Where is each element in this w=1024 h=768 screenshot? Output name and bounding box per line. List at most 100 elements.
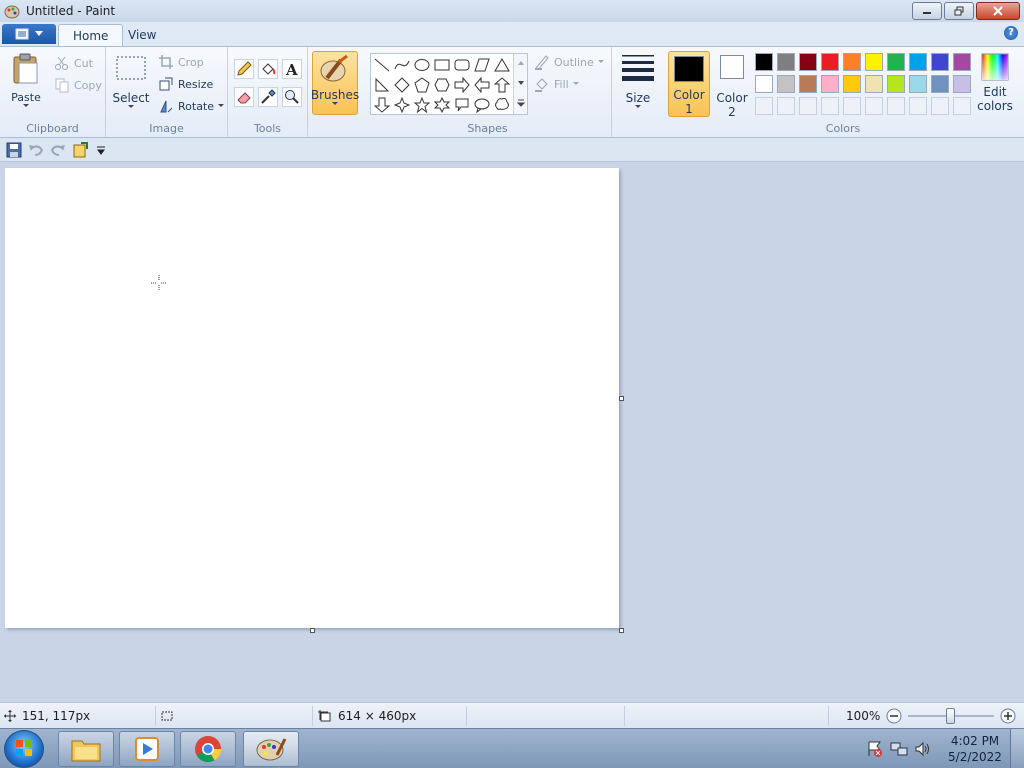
paint-menu-button[interactable]	[2, 24, 56, 44]
drawing-canvas[interactable]	[5, 168, 619, 628]
taskbar-paint[interactable]	[243, 731, 299, 767]
zoom-slider-thumb[interactable]	[946, 708, 956, 724]
select-button[interactable]: Select	[112, 55, 150, 109]
color1-button[interactable]: Color 1	[668, 51, 710, 117]
zoom-out-icon[interactable]	[886, 708, 902, 724]
palette-swatch[interactable]	[821, 75, 839, 93]
palette-swatch[interactable]	[865, 97, 883, 115]
cut-button[interactable]: Cut	[54, 55, 93, 71]
palette-swatch[interactable]	[931, 97, 949, 115]
diamond-shape[interactable]	[393, 76, 411, 94]
canvas-resize-handle-corner[interactable]	[619, 628, 624, 633]
rectangle-shape[interactable]	[433, 56, 451, 74]
paint-app-icon[interactable]	[4, 3, 20, 19]
pencil-tool[interactable]	[234, 59, 254, 79]
canvas-resize-handle-right[interactable]	[619, 396, 624, 401]
palette-swatch[interactable]	[755, 53, 773, 71]
fill-button[interactable]: Fill	[534, 76, 579, 92]
oval-shape[interactable]	[413, 56, 431, 74]
palette-swatch[interactable]	[755, 97, 773, 115]
palette-swatch[interactable]	[931, 53, 949, 71]
triangle-shape[interactable]	[493, 56, 511, 74]
line-shape[interactable]	[373, 56, 391, 74]
show-desktop-button[interactable]	[1010, 729, 1024, 768]
palette-swatch[interactable]	[799, 53, 817, 71]
clock[interactable]: 4:02 PM 5/2/2022	[940, 733, 1010, 765]
rounded-callout-shape[interactable]	[453, 96, 471, 114]
outline-button[interactable]: Outline	[534, 54, 604, 70]
chevron-down-icon[interactable]	[96, 145, 106, 155]
palette-swatch[interactable]	[799, 97, 817, 115]
five-point-star-shape[interactable]	[413, 96, 431, 114]
color-picker-tool[interactable]	[258, 87, 278, 107]
canvas-workspace[interactable]	[0, 162, 1024, 702]
shapes-scrollbar[interactable]	[513, 54, 527, 114]
right-arrow-shape[interactable]	[453, 76, 471, 94]
palette-swatch[interactable]	[931, 75, 949, 93]
volume-icon[interactable]	[914, 740, 932, 758]
palette-swatch[interactable]	[865, 75, 883, 93]
resize-button[interactable]: Resize	[158, 76, 213, 92]
six-point-star-shape[interactable]	[433, 96, 451, 114]
palette-swatch[interactable]	[777, 75, 795, 93]
palette-swatch[interactable]	[953, 97, 971, 115]
pentagon-shape[interactable]	[413, 76, 431, 94]
save-icon[interactable]	[6, 142, 22, 158]
palette-swatch[interactable]	[909, 53, 927, 71]
polygon-shape[interactable]	[473, 56, 491, 74]
palette-swatch[interactable]	[799, 75, 817, 93]
palette-swatch[interactable]	[887, 75, 905, 93]
left-arrow-shape[interactable]	[473, 76, 491, 94]
rounded-rectangle-shape[interactable]	[453, 56, 471, 74]
down-arrow-shape[interactable]	[373, 96, 391, 114]
taskbar-media-player[interactable]	[119, 731, 175, 767]
paste-button[interactable]: Paste	[6, 53, 46, 108]
action-center-icon[interactable]	[866, 740, 884, 758]
palette-swatch[interactable]	[909, 97, 927, 115]
zoom-slider[interactable]	[908, 708, 995, 724]
cloud-callout-shape[interactable]	[493, 96, 511, 114]
four-point-star-shape[interactable]	[393, 96, 411, 114]
size-button[interactable]: Size	[618, 53, 658, 109]
copy-button[interactable]: Copy	[54, 77, 102, 93]
palette-swatch[interactable]	[843, 97, 861, 115]
palette-swatch[interactable]	[821, 97, 839, 115]
palette-swatch[interactable]	[755, 75, 773, 93]
hexagon-shape[interactable]	[433, 76, 451, 94]
palette-swatch[interactable]	[843, 75, 861, 93]
close-button[interactable]	[976, 2, 1020, 20]
fill-tool[interactable]	[258, 59, 278, 79]
taskbar-chrome[interactable]	[180, 731, 236, 767]
color2-button[interactable]: Color 2	[714, 55, 750, 119]
palette-swatch[interactable]	[909, 75, 927, 93]
customize-icon[interactable]	[72, 142, 88, 158]
palette-swatch[interactable]	[777, 53, 795, 71]
palette-swatch[interactable]	[777, 97, 795, 115]
oval-callout-shape[interactable]	[473, 96, 491, 114]
canvas-resize-handle-bottom[interactable]	[310, 628, 315, 633]
help-icon[interactable]: ?	[1004, 26, 1018, 40]
zoom-in-icon[interactable]	[1000, 708, 1016, 724]
palette-swatch[interactable]	[821, 53, 839, 71]
palette-swatch[interactable]	[843, 53, 861, 71]
palette-swatch[interactable]	[887, 53, 905, 71]
palette-swatch[interactable]	[865, 53, 883, 71]
edit-colors-button[interactable]: Edit colors	[974, 53, 1016, 113]
right-triangle-shape[interactable]	[373, 76, 391, 94]
text-tool[interactable]: A	[282, 59, 302, 79]
brushes-button[interactable]: Brushes	[311, 51, 359, 115]
network-icon[interactable]	[890, 740, 908, 758]
undo-icon[interactable]	[28, 142, 44, 158]
start-button[interactable]	[4, 730, 44, 768]
restore-button[interactable]	[944, 2, 974, 20]
up-arrow-shape[interactable]	[493, 76, 511, 94]
crop-button[interactable]: Crop	[158, 54, 204, 70]
rotate-button[interactable]: Rotate	[158, 98, 225, 114]
palette-swatch[interactable]	[953, 75, 971, 93]
eraser-tool[interactable]	[234, 87, 254, 107]
palette-swatch[interactable]	[887, 97, 905, 115]
magnifier-tool[interactable]	[282, 87, 302, 107]
redo-icon[interactable]	[50, 142, 66, 158]
palette-swatch[interactable]	[953, 53, 971, 71]
taskbar-explorer[interactable]	[58, 731, 114, 767]
